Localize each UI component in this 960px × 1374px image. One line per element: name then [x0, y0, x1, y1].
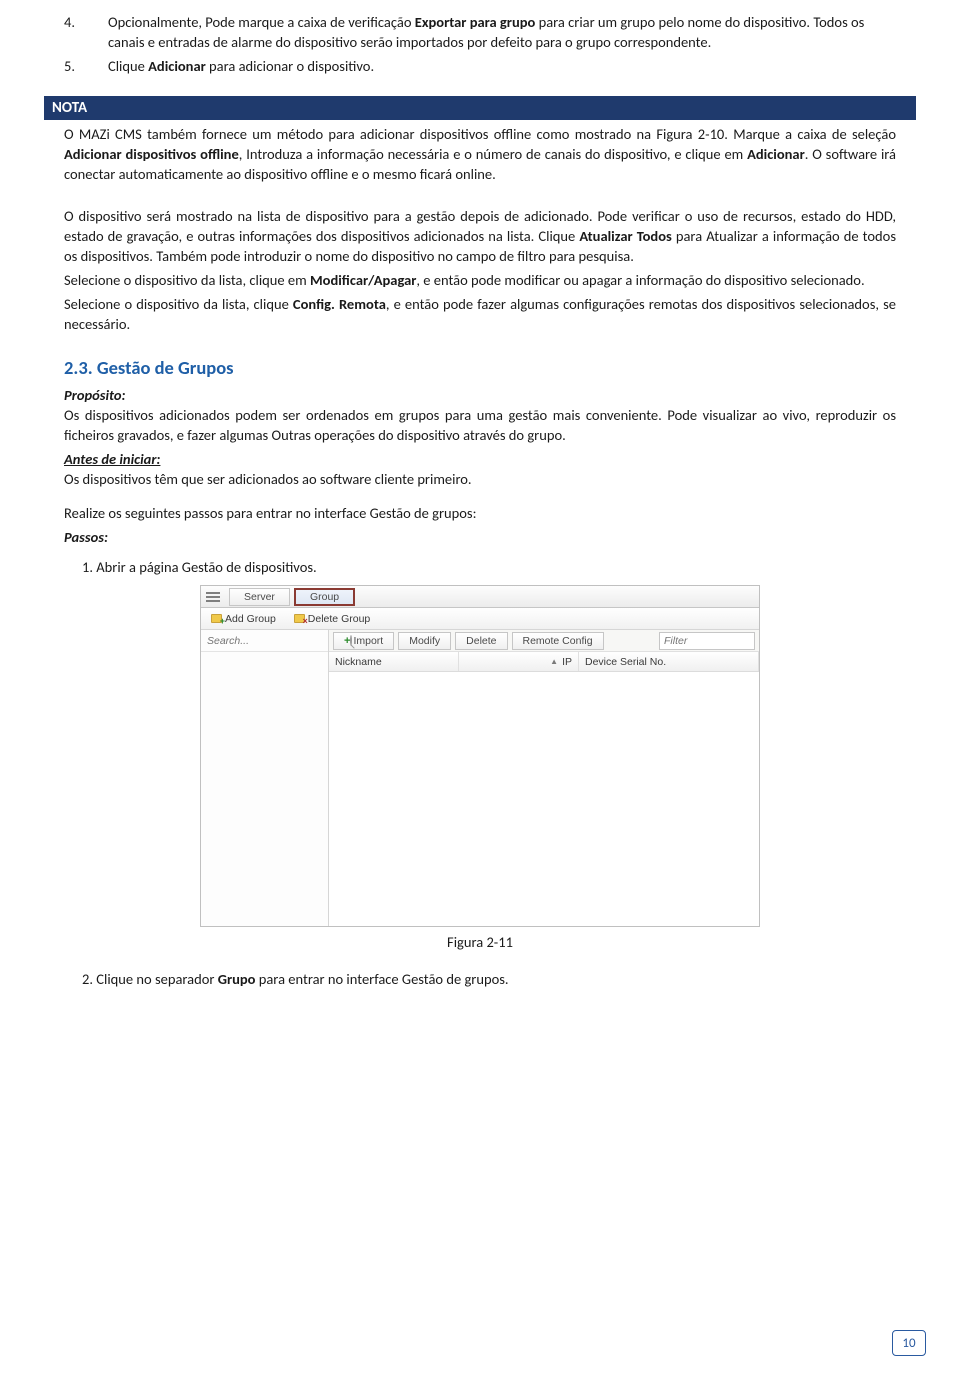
search-icon[interactable] [350, 635, 352, 646]
step-1: 1. Abrir a página Gestão de dispositivos… [64, 557, 896, 577]
text: Selecione o dispositivo da lista, clique [64, 295, 293, 313]
col-serial[interactable]: Device Serial No. [579, 652, 759, 671]
right-pane: + Import Modify Delete Remote Config Nic… [329, 630, 759, 926]
button-label: Delete [466, 635, 496, 647]
remote-config-button[interactable]: Remote Config [512, 632, 604, 650]
list-item-4: 4. Opcionalmente, Pode marque a caixa de… [64, 12, 896, 52]
step-2: 2. Clique no separador Grupo para entrar… [64, 969, 896, 989]
grid-header: Nickname ▲IP Device Serial No. [329, 652, 759, 672]
figure-2-11-wrap: Server Group Add Group Delete Group [64, 585, 896, 927]
text-bold: Config. Remota [293, 295, 386, 313]
app-toolbar: Add Group Delete Group [201, 608, 759, 630]
text-bold: Grupo [218, 970, 256, 988]
delete-button[interactable]: Delete [455, 632, 507, 650]
left-pane [201, 630, 329, 926]
button-label: Modify [409, 635, 440, 647]
list-body: Opcionalmente, Pode marque a caixa de ve… [108, 12, 896, 52]
grid-body-empty [329, 672, 759, 926]
tab-server[interactable]: Server [229, 588, 290, 606]
text-bold: Modificar/Apagar [310, 271, 416, 289]
list-number: 4. [64, 12, 108, 52]
col-nickname[interactable]: Nickname [329, 652, 459, 671]
filter-input[interactable] [659, 632, 755, 650]
button-label: Delete Group [308, 613, 370, 625]
text-bold: Atualizar Todos [579, 227, 671, 245]
passos-label: Passos: [64, 527, 896, 547]
proposito-text: Os dispositivos adicionados podem ser or… [64, 406, 896, 444]
section-heading: 2.3. Gestão de Grupos [64, 356, 896, 379]
text: O MAZi CMS também fornece um método para… [64, 125, 896, 143]
folder-plus-icon [211, 614, 222, 623]
modify-button[interactable]: Modify [398, 632, 451, 650]
tab-label: Server [244, 591, 275, 603]
proposito-block: Propósito: Os dispositivos adicionados p… [64, 385, 896, 445]
list-item-5: 5. Clique Adicionar para adicionar o dis… [64, 56, 896, 76]
antes-text: Os dispositivos têm que ser adicionados … [64, 470, 472, 488]
delete-group-button[interactable]: Delete Group [288, 610, 376, 628]
proposito-label: Propósito: [64, 386, 126, 404]
antes-block: Antes de iniciar: Os dispositivos têm qu… [64, 449, 896, 489]
list-number: 5. [64, 56, 108, 76]
folder-delete-icon [294, 614, 305, 623]
text: para entrar no interface Gestão de grupo… [255, 970, 508, 988]
text: Opcionalmente, Pode marque a caixa de ve… [108, 13, 415, 31]
text: , Introduza a informação necessária e o … [239, 145, 747, 163]
import-button[interactable]: + Import [333, 632, 394, 650]
col-ip[interactable]: ▲IP [459, 652, 579, 671]
page-number: 10 [892, 1330, 926, 1356]
antes-label: Antes de iniciar: [64, 450, 160, 468]
text: , e então pode modificar ou apagar a inf… [416, 271, 864, 289]
figure-caption: Figura 2-11 [64, 933, 896, 951]
body-paragraph-3: Selecione o dispositivo da lista, clique… [64, 294, 896, 334]
note-paragraph: O MAZi CMS também fornece um método para… [64, 124, 896, 184]
text: Selecione o dispositivo da lista, clique… [64, 271, 310, 289]
button-label: Add Group [225, 613, 276, 625]
text-bold: Adicionar [148, 57, 206, 75]
app-body: + Import Modify Delete Remote Config Nic… [201, 630, 759, 926]
note-heading: NOTA [44, 96, 916, 120]
search-row [201, 630, 328, 652]
text-bold: Adicionar dispositivos offline [64, 145, 239, 163]
hamburger-icon[interactable] [205, 590, 221, 604]
text-bold: Exportar para grupo [415, 13, 536, 31]
search-input[interactable] [205, 634, 346, 648]
right-toolbar: + Import Modify Delete Remote Config [329, 630, 759, 652]
tab-group[interactable]: Group [294, 588, 355, 606]
app-window: Server Group Add Group Delete Group [200, 585, 760, 927]
sort-icon: ▲ [550, 657, 558, 666]
text-bold: Adicionar [747, 145, 805, 163]
body-paragraph-1: O dispositivo será mostrado na lista de … [64, 206, 896, 266]
tab-label: Group [310, 591, 339, 603]
add-group-button[interactable]: Add Group [205, 610, 282, 628]
body-paragraph-2: Selecione o dispositivo da lista, clique… [64, 270, 896, 290]
list-body: Clique Adicionar para adicionar o dispos… [108, 56, 896, 76]
realize-text: Realize os seguintes passos para entrar … [64, 503, 896, 523]
button-label: Remote Config [523, 635, 593, 647]
text: 2. Clique no separador [82, 970, 218, 988]
text: para adicionar o dispositivo. [206, 57, 374, 75]
app-tab-bar: Server Group [201, 586, 759, 608]
text: Clique [108, 57, 148, 75]
button-label: Import [353, 635, 383, 647]
